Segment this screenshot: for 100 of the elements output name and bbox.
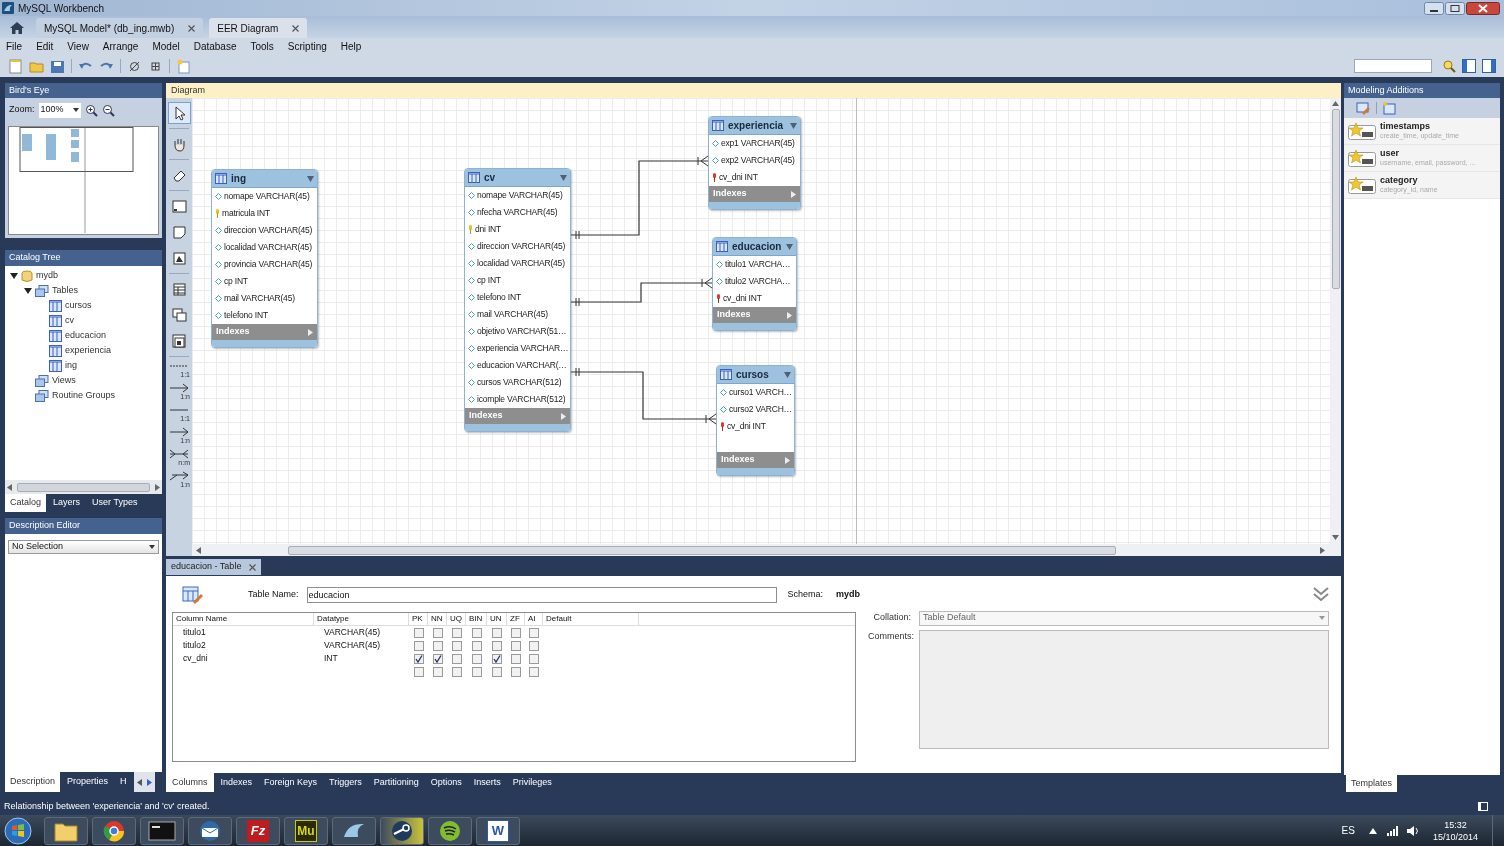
- caret-icon[interactable]: [72, 108, 79, 112]
- taskbar-button[interactable]: [188, 816, 232, 845]
- tab[interactable]: H: [115, 772, 132, 792]
- scroll-left-icon[interactable]: [7, 483, 13, 491]
- tree-item[interactable]: Routine Groups: [52, 388, 116, 403]
- taskbar-button[interactable]: W: [476, 816, 520, 845]
- scroll-down-icon[interactable]: [1332, 535, 1339, 541]
- previous-tab-icon[interactable]: [136, 778, 143, 786]
- zoom-out-icon[interactable]: [101, 103, 115, 117]
- volume-icon[interactable]: [1406, 825, 1419, 836]
- checkbox[interactable]: [511, 666, 521, 677]
- menu-item[interactable]: Arrange: [102, 39, 139, 54]
- column-header[interactable]: NN: [428, 613, 447, 625]
- scrollbar-thumb[interactable]: [288, 545, 1116, 555]
- layer-icon[interactable]: [170, 197, 188, 215]
- clock-time[interactable]: 15:32: [1444, 818, 1467, 831]
- checkbox[interactable]: [451, 653, 462, 664]
- table-cell[interactable]: VARCHAR(45): [314, 626, 409, 639]
- close-icon[interactable]: [188, 24, 196, 32]
- checkbox[interactable]: [529, 627, 539, 638]
- menu-item[interactable]: Edit: [36, 39, 54, 54]
- column-header[interactable]: PK: [409, 613, 428, 625]
- column-header[interactable]: ZF: [507, 613, 525, 625]
- table-name-field[interactable]: educacion: [306, 587, 778, 603]
- checkbox[interactable]: [451, 666, 462, 677]
- taskbar-button[interactable]: Mu: [284, 816, 328, 845]
- tab[interactable]: Catalog: [5, 494, 47, 512]
- column-header[interactable]: BIN: [466, 613, 487, 625]
- tab[interactable]: Privileges: [507, 773, 557, 792]
- checkbox[interactable]: [492, 640, 502, 651]
- menu-item[interactable]: File: [6, 39, 23, 54]
- panel-toggle-icon[interactable]: [1478, 802, 1488, 811]
- entity-card[interactable]: cursos curso1 VARCH… curso2 VARCH… cv_dni INT Indexes: [716, 365, 795, 476]
- checkbox[interactable]: [471, 640, 482, 651]
- scroll-left-icon[interactable]: [196, 546, 202, 554]
- editor-tab[interactable]: educacion - Table: [166, 559, 262, 575]
- checkbox[interactable]: [511, 640, 521, 651]
- entity-card[interactable]: ing nomape VARCHAR(45) matricula INT direccion VARCHAR(45) localidad VARCHAR(45) provincia VARCHAR(45) cp INT mail VARCHAR(45) telefono INT Indexes: [211, 169, 318, 348]
- menu-item[interactable]: Database: [193, 39, 237, 54]
- checkbox[interactable]: [451, 640, 462, 651]
- checkbox[interactable]: [432, 640, 443, 651]
- tab[interactable]: Properties: [62, 772, 114, 792]
- scroll-right-icon[interactable]: [1319, 546, 1325, 554]
- checkbox[interactable]: [413, 666, 424, 677]
- taskbar-button[interactable]: [380, 816, 424, 845]
- scroll-right-icon[interactable]: [154, 483, 160, 491]
- left-panel-toggle-icon[interactable]: [1462, 59, 1476, 73]
- checkbox[interactable]: [492, 627, 502, 638]
- view-tool-icon[interactable]: [170, 306, 188, 324]
- home-icon[interactable]: [10, 22, 24, 34]
- close-icon[interactable]: [249, 563, 257, 571]
- checkbox[interactable]: [413, 653, 424, 664]
- checkbox[interactable]: [492, 653, 502, 664]
- table-cell[interactable]: INT: [314, 652, 409, 665]
- collation-dropdown[interactable]: Table Default: [919, 610, 1329, 626]
- taskbar-button[interactable]: [140, 816, 184, 845]
- tree-item[interactable]: mydb: [36, 268, 58, 283]
- table-cell[interactable]: titulo1: [173, 626, 314, 639]
- document-tab[interactable]: EER Diagram: [209, 18, 308, 38]
- taskbar-button[interactable]: [44, 816, 88, 845]
- checkbox[interactable]: [529, 666, 539, 677]
- new-file-icon[interactable]: [8, 58, 23, 74]
- start-button[interactable]: [2, 816, 34, 845]
- checkbox[interactable]: [451, 627, 462, 638]
- search-field[interactable]: [1354, 59, 1432, 73]
- taskbar-button[interactable]: [332, 816, 376, 845]
- checkbox[interactable]: [471, 627, 482, 638]
- checkbox[interactable]: [471, 653, 482, 664]
- checkbox[interactable]: [492, 666, 502, 677]
- tab[interactable]: Triggers: [324, 773, 367, 792]
- tree-item[interactable]: Tables: [52, 283, 78, 298]
- tab[interactable]: Options: [425, 773, 467, 792]
- checkbox[interactable]: [432, 627, 443, 638]
- show-hidden-icons-icon[interactable]: [1368, 827, 1377, 834]
- checkbox[interactable]: [432, 666, 443, 677]
- scrollbar-thumb[interactable]: [17, 482, 150, 492]
- table-tool-icon[interactable]: [170, 280, 188, 298]
- expanded-arrow-icon[interactable]: [10, 271, 18, 280]
- dropdown-arrow-icon[interactable]: [560, 174, 567, 181]
- column-header[interactable]: Datatype: [314, 613, 409, 625]
- zoom-in-icon[interactable]: [84, 103, 98, 117]
- minimize-button[interactable]: [1424, 1, 1444, 15]
- caret-icon[interactable]: [149, 545, 155, 549]
- save-icon[interactable]: [50, 58, 65, 74]
- menu-item[interactable]: Tools: [250, 39, 274, 54]
- tab[interactable]: Partitioning: [368, 773, 424, 792]
- entity-card[interactable]: experiencia exp1 VARCHAR(45) exp2 VARCHAR(45) cv_dni INT Indexes: [708, 116, 801, 210]
- expand-arrow-icon[interactable]: [561, 412, 566, 420]
- tree-item[interactable]: Views: [52, 373, 76, 388]
- tab[interactable]: Foreign Keys: [259, 773, 323, 792]
- tree-item[interactable]: educacion: [65, 328, 107, 343]
- checkbox[interactable]: [529, 640, 539, 651]
- new-template-icon[interactable]: [1383, 101, 1396, 115]
- right-panel-toggle-icon[interactable]: [1482, 59, 1496, 73]
- tab[interactable]: Layers: [48, 494, 86, 512]
- scroll-up-icon[interactable]: [1332, 101, 1339, 107]
- dropdown-arrow-icon[interactable]: [786, 243, 793, 250]
- tree-item[interactable]: experiencia: [65, 343, 112, 358]
- zoom-dropdown[interactable]: 100%: [38, 102, 81, 118]
- checkbox[interactable]: [511, 653, 521, 664]
